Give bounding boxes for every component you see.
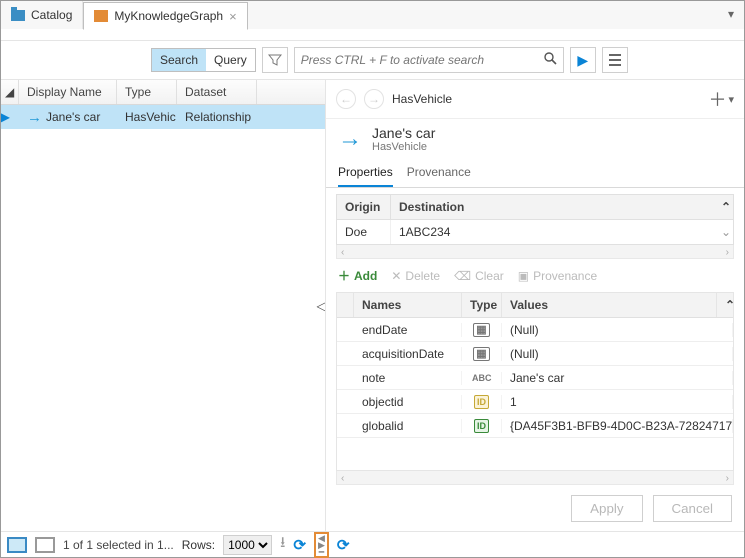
property-value: Jane's car (502, 371, 733, 385)
close-icon[interactable]: × (229, 9, 237, 24)
property-name: endDate (354, 323, 462, 337)
provenance-button[interactable]: ▣ Provenance (518, 269, 597, 283)
run-button[interactable]: ▶ (570, 47, 596, 73)
type-badge-icon: ABC (462, 372, 502, 384)
detail-title: Jane's car (372, 125, 435, 141)
cell-dataset: Relationship (177, 110, 257, 124)
property-name: acquisitionDate (354, 347, 462, 361)
nav-forward-button[interactable]: → (364, 89, 384, 109)
col-origin[interactable]: Origin (337, 195, 391, 219)
type-badge-icon: ID (462, 395, 502, 409)
type-badge-icon: ▦ (462, 323, 502, 337)
nav-back-button[interactable]: ← (336, 89, 356, 109)
property-toolbar: ＋Add ✕ Delete ⌫ Clear ▣ Provenance (326, 259, 744, 292)
detail-subtitle: HasVehicle (372, 141, 435, 153)
rows-label: Rows: (182, 538, 215, 552)
property-row[interactable]: endDate▦(Null) (337, 318, 733, 342)
type-badge-icon: ▦ (462, 347, 502, 361)
tab-kg-label: MyKnowledgeGraph (114, 9, 223, 23)
type-badge-icon: ID (462, 419, 502, 433)
expand-icon[interactable]: ⌄ (713, 220, 733, 244)
collapse-icon[interactable]: ⌃ (717, 293, 733, 317)
cell-display-name: Jane's car (46, 110, 100, 124)
origin-value: Doe (337, 220, 391, 244)
cell-type: HasVehicle (117, 110, 177, 124)
results-table: ◢ Display Name Type Dataset ▶ → Jane's c… (1, 80, 326, 532)
tab-catalog[interactable]: Catalog (1, 1, 83, 29)
col-names[interactable]: Names (354, 293, 462, 317)
add-menu-button[interactable]: ＋ ▾ (708, 86, 734, 112)
row-handle-header[interactable]: ◢ (1, 80, 19, 104)
horizontal-scrollbar[interactable] (336, 471, 734, 485)
property-row[interactable]: acquisitionDate▦(Null) (337, 342, 733, 366)
tab-myknowledgegraph[interactable]: MyKnowledgeGraph × (83, 2, 247, 30)
search-box (294, 47, 564, 73)
filter-icon[interactable] (262, 47, 288, 73)
view-mode-list-icon[interactable] (35, 537, 55, 553)
col-type[interactable]: Type (117, 80, 177, 104)
origin-dest-header: Origin Destination ⌃ (336, 194, 734, 220)
property-row[interactable]: globalidID{DA45F3B1-BFB9-4D0C-B23A-72824… (337, 414, 733, 438)
rows-select[interactable]: 1000 (223, 535, 272, 555)
status-bar: 1 of 1 selected in 1... Rows: 1000 ⭳ ⟳ ◀… (1, 531, 744, 557)
tab-provenance[interactable]: Provenance (407, 159, 471, 187)
minus-icon[interactable]: ━ (319, 549, 324, 555)
property-name: note (354, 371, 462, 385)
clear-button[interactable]: ⌫ Clear (454, 269, 504, 283)
search-query-toggle: Search Query (151, 48, 256, 72)
property-value: (Null) (502, 323, 733, 337)
col-display-name[interactable]: Display Name (19, 80, 117, 104)
search-icon[interactable] (538, 52, 563, 68)
origin-dest-row[interactable]: Doe 1ABC234 ⌄ (336, 220, 734, 245)
search-mode-button[interactable]: Search (152, 49, 206, 71)
view-mode-grid-icon[interactable] (7, 537, 27, 553)
folder-icon (11, 10, 25, 21)
property-table: Names Type Values ⌃ endDate▦(Null)acquis… (336, 292, 734, 470)
col-type[interactable]: Type (462, 293, 502, 317)
tab-catalog-label: Catalog (31, 8, 72, 22)
refresh-icon[interactable]: ⟳ (293, 536, 306, 554)
menu-button[interactable] (602, 47, 628, 73)
tab-bar: Catalog MyKnowledgeGraph × ▾ (1, 1, 744, 29)
col-values[interactable]: Values (502, 293, 717, 317)
property-row[interactable]: objectidID1 (337, 390, 733, 414)
breadcrumb: HasVehicle (392, 92, 452, 106)
tab-overflow-button[interactable]: ▾ (718, 1, 744, 29)
tab-properties[interactable]: Properties (338, 159, 393, 187)
property-value: (Null) (502, 347, 733, 361)
vertical-nav-control[interactable]: ◀ ▶ ━ (314, 532, 329, 558)
refresh-icon[interactable]: ⟳ (337, 536, 738, 554)
col-dataset[interactable]: Dataset (177, 80, 257, 104)
splitter-handle[interactable]: ◁▷ (317, 299, 326, 313)
table-header: ◢ Display Name Type Dataset (1, 80, 325, 105)
knowledge-graph-icon (94, 10, 108, 22)
collapse-icon[interactable]: ⌃ (713, 195, 733, 219)
relationship-arrow-icon: → (27, 109, 42, 126)
selection-status: 1 of 1 selected in 1... (63, 538, 174, 552)
property-value: {DA45F3B1-BFB9-4D0C-B23A-728247179F4F} (502, 419, 733, 433)
horizontal-scrollbar[interactable] (336, 245, 734, 259)
add-button[interactable]: ＋Add (338, 267, 377, 284)
cancel-button[interactable]: Cancel (653, 495, 733, 522)
row-selected-indicator: ▶ (1, 110, 19, 124)
query-mode-button[interactable]: Query (206, 49, 255, 71)
relationship-arrow-icon: → (338, 125, 362, 153)
table-row[interactable]: ▶ → Jane's car HasVehicle Relationship (1, 105, 325, 129)
details-pane: ← → HasVehicle ＋ ▾ → Jane's car HasVehic… (326, 80, 744, 532)
property-value: 1 (502, 395, 733, 409)
property-name: globalid (354, 419, 462, 433)
col-destination[interactable]: Destination (391, 195, 713, 219)
property-row[interactable]: noteABCJane's car (337, 366, 733, 390)
property-name: objectid (354, 395, 462, 409)
download-icon[interactable]: ⭳ (280, 532, 285, 557)
delete-button[interactable]: ✕ Delete (391, 269, 440, 283)
apply-button[interactable]: Apply (571, 495, 642, 522)
search-input[interactable] (295, 53, 538, 67)
destination-value: 1ABC234 (391, 220, 713, 244)
search-toolbar: Search Query ▶ (1, 41, 744, 80)
